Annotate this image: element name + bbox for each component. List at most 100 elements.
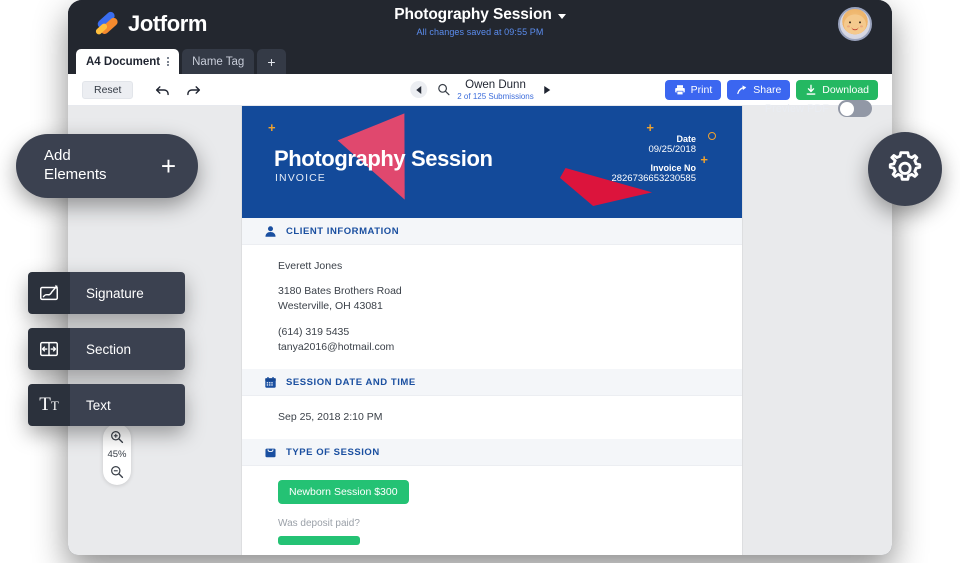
avatar-cheek-right xyxy=(860,25,863,28)
section-body-type-of-session: Newborn Session $300 Was deposit paid? xyxy=(242,466,742,555)
settings-button[interactable] xyxy=(868,132,942,206)
next-submission-button[interactable] xyxy=(543,85,550,94)
invoice-banner: + + + Photography Session INVOICE Date 0… xyxy=(242,106,742,218)
print-button[interactable]: Print xyxy=(664,79,722,100)
session-type-pill: Newborn Session $300 xyxy=(278,480,409,505)
section-title: TYPE OF SESSION xyxy=(286,446,380,458)
session-datetime-value: Sep 25, 2018 2:10 PM xyxy=(278,411,383,424)
invoice-meta: Date 09/25/2018 Invoice No 2826736653230… xyxy=(611,134,696,192)
client-address: 3180 Bates Brothers Road Westerville, OH… xyxy=(278,284,720,314)
avatar-eye-left xyxy=(849,21,852,24)
invoice-no-label: Invoice No xyxy=(650,163,696,173)
undo-redo-group xyxy=(155,83,201,97)
decor-plus-icon: + xyxy=(646,120,654,135)
invoice-subtitle: INVOICE xyxy=(275,172,326,184)
tab-label: A4 Document xyxy=(86,55,161,68)
invoice-title: Photography Session xyxy=(274,146,493,171)
share-arrow-icon xyxy=(737,84,747,94)
search-icon xyxy=(438,83,450,96)
brand-logo[interactable]: Jotform xyxy=(94,10,208,37)
section-title: CLIENT INFORMATION xyxy=(286,225,400,237)
bag-icon xyxy=(265,448,276,458)
deposit-question-label: Was deposit paid? xyxy=(278,518,360,530)
search-input[interactable]: Owen Dunn xyxy=(457,79,534,91)
document-title-button[interactable]: Photography Session xyxy=(394,6,566,24)
pdf-document-page: + + + Photography Session INVOICE Date 0… xyxy=(242,106,742,555)
add-elements-line-1: Add xyxy=(44,147,71,165)
element-label: Text xyxy=(70,384,185,426)
toolbar-actions: Print Share Download xyxy=(664,79,878,100)
gear-icon xyxy=(888,151,922,181)
brand-name: Jotform xyxy=(128,11,208,36)
submission-search[interactable]: Owen Dunn 2 of 125 Submissions xyxy=(437,79,534,101)
plus-icon: + xyxy=(160,151,176,181)
tab-a4-document[interactable]: A4 Document xyxy=(76,49,180,74)
deposit-answer-pill xyxy=(278,536,360,546)
zoom-out-icon[interactable] xyxy=(110,465,124,479)
element-item-section[interactable]: Section xyxy=(28,328,185,370)
redo-arrow-icon[interactable] xyxy=(185,83,201,97)
avatar[interactable] xyxy=(838,7,872,41)
share-label: Share xyxy=(753,83,782,96)
submission-navigator: Owen Dunn 2 of 125 Submissions xyxy=(410,79,550,101)
app-window: Jotform Photography Session All changes … xyxy=(68,0,892,555)
element-label: Section xyxy=(70,328,185,370)
top-bar: Jotform Photography Session All changes … xyxy=(68,0,892,48)
tab-options-icon[interactable] xyxy=(167,56,170,67)
decor-plus-icon: + xyxy=(268,120,276,135)
add-elements-button[interactable]: Add Elements + xyxy=(16,134,198,198)
section-header-client-information: CLIENT INFORMATION xyxy=(242,218,742,245)
element-list: Signature Section TT Text xyxy=(28,272,185,440)
section-icon xyxy=(28,328,70,370)
client-address-line1: 3180 Bates Brothers Road xyxy=(278,285,402,298)
client-name: Everett Jones xyxy=(278,260,343,272)
tab-strip: A4 Document Name Tag + Preview PDF xyxy=(68,48,892,117)
calendar-icon xyxy=(265,376,276,388)
section-body-session-date: Sep 25, 2018 2:10 PM xyxy=(242,396,742,439)
signature-icon xyxy=(28,272,70,314)
preview-pdf-label: Preview PDF xyxy=(764,102,829,115)
decor-ring-icon xyxy=(708,132,716,140)
prev-triangle-icon xyxy=(416,85,422,94)
client-contact: (614) 319 5435 tanya2016@hotmail.com xyxy=(278,325,720,355)
jotform-logo-icon xyxy=(94,10,119,36)
download-label: Download xyxy=(822,83,869,96)
invoice-date-label: Date xyxy=(676,134,696,144)
section-header-type-of-session: TYPE OF SESSION xyxy=(242,439,742,467)
element-item-signature[interactable]: Signature xyxy=(28,272,185,314)
submissions-count: 2 of 125 Submissions xyxy=(457,91,534,101)
preview-pdf-toggle[interactable] xyxy=(838,100,872,117)
person-icon xyxy=(265,225,276,237)
element-item-text[interactable]: TT Text xyxy=(28,384,185,426)
zoom-level: 45% xyxy=(107,449,127,460)
section-title: SESSION DATE AND TIME xyxy=(286,376,416,388)
avatar-mouth xyxy=(851,26,859,31)
text-icon: TT xyxy=(28,384,70,426)
avatar-eye-right xyxy=(858,21,861,24)
add-elements-line-2: Elements xyxy=(44,166,107,183)
tab-name-tag[interactable]: Name Tag xyxy=(182,49,255,74)
share-button[interactable]: Share xyxy=(727,79,791,100)
page-title: Photography Session xyxy=(394,6,552,23)
prev-submission-button[interactable] xyxy=(410,81,428,98)
add-elements-label: Add Elements xyxy=(44,147,107,185)
invoice-no-value: 2826736653230585 xyxy=(611,173,696,184)
undo-arrow-icon[interactable] xyxy=(155,83,171,97)
tab-label: Name Tag xyxy=(192,55,245,68)
plus-icon: + xyxy=(267,53,276,70)
reset-button[interactable]: Reset xyxy=(82,80,134,99)
invoice-date-value: 09/25/2018 xyxy=(648,144,696,155)
avatar-cheek-left xyxy=(847,25,850,28)
element-label: Signature xyxy=(70,272,185,314)
preview-pdf-control[interactable]: Preview PDF xyxy=(765,100,872,117)
client-address-line2: Westerville, OH 43081 xyxy=(278,300,383,313)
print-label: Print xyxy=(690,83,713,96)
section-body-client-information: Everett Jones 3180 Bates Brothers Road W… xyxy=(242,245,742,369)
client-phone: (614) 319 5435 xyxy=(278,325,350,338)
decor-plus-icon: + xyxy=(700,152,708,167)
download-button[interactable]: Download xyxy=(796,79,878,100)
printer-icon xyxy=(674,84,685,95)
tab-add-new[interactable]: + xyxy=(257,49,286,74)
section-header-session-date: SESSION DATE AND TIME xyxy=(242,369,742,397)
download-icon xyxy=(806,84,816,95)
